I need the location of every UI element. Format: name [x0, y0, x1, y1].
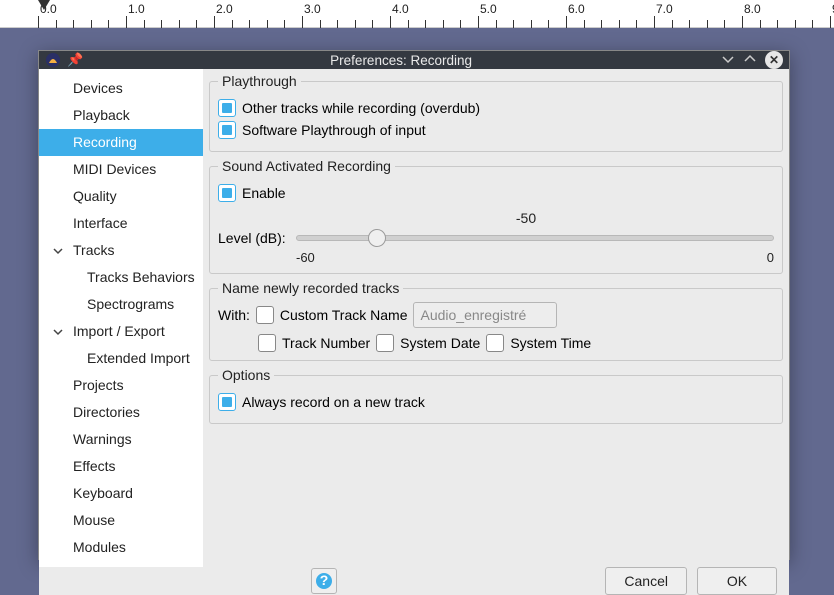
sidebar-item-label: Keyboard	[73, 485, 133, 501]
sidebar-item-devices[interactable]: Devices	[39, 75, 203, 102]
sidebar-item-tracks-behaviors[interactable]: Tracks Behaviors	[39, 264, 203, 291]
sidebar-item-warnings[interactable]: Warnings	[39, 426, 203, 453]
software-playthrough-checkbox[interactable]	[218, 121, 236, 139]
close-icon[interactable]: ✕	[765, 51, 783, 69]
sidebar-item-label: Import / Export	[73, 323, 165, 339]
sidebar-item-label: Projects	[73, 377, 124, 393]
sidebar-item-label: Recording	[73, 134, 137, 150]
sidebar-item-label: Directories	[73, 404, 140, 420]
sidebar-item-label: Devices	[73, 80, 123, 96]
sidebar-item-effects[interactable]: Effects	[39, 453, 203, 480]
sidebar-item-label: Quality	[73, 188, 117, 204]
sidebar-item-label: Extended Import	[87, 350, 190, 366]
sysdate-checkbox[interactable]	[376, 334, 394, 352]
naming-group: Name newly recorded tracks With: Custom …	[209, 280, 783, 361]
help-button[interactable]: ?	[311, 568, 337, 594]
sidebar-item-label: Mouse	[73, 512, 115, 528]
custom-name-checkbox[interactable]	[256, 306, 274, 324]
naming-legend: Name newly recorded tracks	[218, 280, 403, 296]
preferences-dialog: 📌 Preferences: Recording ✕ Devices Playba…	[38, 50, 790, 560]
ruler-label: 6.0	[568, 2, 585, 16]
sidebar-item-midi-devices[interactable]: MIDI Devices	[39, 156, 203, 183]
chevron-down-icon[interactable]	[53, 243, 63, 261]
tracknum-checkbox[interactable]	[258, 334, 276, 352]
sidebar-item-label: Playback	[73, 107, 130, 123]
sidebar-item-mouse[interactable]: Mouse	[39, 507, 203, 534]
sidebar-item-interface[interactable]: Interface	[39, 210, 203, 237]
ok-label: OK	[727, 573, 747, 589]
sidebar-item-label: Effects	[73, 458, 116, 474]
systime-label: System Time	[510, 335, 591, 351]
playthrough-legend: Playthrough	[218, 73, 301, 89]
sidebar-item-label: Warnings	[73, 431, 132, 447]
playhead-marker	[38, 0, 52, 14]
ruler-label: 4.0	[392, 2, 409, 16]
custom-name-field[interactable]	[413, 302, 557, 328]
sar-legend: Sound Activated Recording	[218, 158, 395, 174]
ruler-label: 3.0	[304, 2, 321, 16]
sidebar-item-projects[interactable]: Projects	[39, 372, 203, 399]
sar-enable-label: Enable	[242, 185, 286, 201]
sidebar-item-recording[interactable]: Recording	[39, 129, 203, 156]
software-playthrough-label: Software Playthrough of input	[242, 122, 426, 138]
sidebar: Devices Playback Recording MIDI Devices Qual…	[39, 69, 203, 567]
level-value: -50	[278, 210, 774, 226]
ruler-label: 5.0	[480, 2, 497, 16]
ruler-label: 8.0	[744, 2, 761, 16]
sidebar-item-extended-import[interactable]: Extended Import	[39, 345, 203, 372]
sound-activated-group: Sound Activated Recording Enable -50 Lev…	[209, 158, 783, 274]
sidebar-item-directories[interactable]: Directories	[39, 399, 203, 426]
ruler-label: 7.0	[656, 2, 673, 16]
app-icon	[45, 52, 61, 68]
sidebar-item-keyboard[interactable]: Keyboard	[39, 480, 203, 507]
options-legend: Options	[218, 367, 274, 383]
sidebar-item-quality[interactable]: Quality	[39, 183, 203, 210]
ruler-label: 1.0	[128, 2, 145, 16]
overdub-checkbox[interactable]	[218, 99, 236, 117]
sidebar-item-label: Tracks Behaviors	[87, 269, 195, 285]
always-new-track-checkbox[interactable]	[218, 393, 236, 411]
sidebar-item-modules[interactable]: Modules	[39, 534, 203, 561]
sidebar-item-import-export[interactable]: Import / Export	[39, 318, 203, 345]
level-min: -60	[296, 250, 315, 265]
options-group: Options Always record on a new track	[209, 367, 783, 424]
pin-icon[interactable]: 📌	[67, 52, 83, 68]
sysdate-label: System Date	[400, 335, 480, 351]
level-slider[interactable]	[296, 228, 774, 248]
sar-enable-checkbox[interactable]	[218, 184, 236, 202]
sidebar-item-spectrograms[interactable]: Spectrograms	[39, 291, 203, 318]
chevron-down-icon[interactable]	[53, 324, 63, 342]
overdub-label: Other tracks while recording (overdub)	[242, 100, 480, 116]
sidebar-item-label: Spectrograms	[87, 296, 174, 312]
minimize-icon[interactable]	[721, 52, 735, 69]
slider-thumb[interactable]	[368, 229, 386, 247]
content-pane: Playthrough Other tracks while recording…	[203, 69, 789, 567]
sidebar-item-label: MIDI Devices	[73, 161, 156, 177]
sidebar-item-label: Interface	[73, 215, 127, 231]
ruler-label: 2.0	[216, 2, 233, 16]
cancel-label: Cancel	[624, 573, 668, 589]
dialog-title: Preferences: Recording	[89, 53, 713, 68]
custom-name-label: Custom Track Name	[280, 307, 408, 323]
sidebar-item-playback[interactable]: Playback	[39, 102, 203, 129]
maximize-icon[interactable]	[743, 52, 757, 69]
titlebar: 📌 Preferences: Recording ✕	[39, 51, 789, 69]
sidebar-item-label: Modules	[73, 539, 126, 555]
timeline-ruler: 0.01.02.03.04.05.06.07.08.09.0	[0, 0, 834, 28]
playthrough-group: Playthrough Other tracks while recording…	[209, 73, 783, 152]
sidebar-item-tracks[interactable]: Tracks	[39, 237, 203, 264]
systime-checkbox[interactable]	[486, 334, 504, 352]
level-label: Level (dB):	[218, 230, 288, 246]
with-label: With:	[218, 307, 250, 323]
svg-text:?: ?	[320, 572, 329, 588]
sidebar-item-label: Tracks	[73, 242, 114, 258]
always-new-track-label: Always record on a new track	[242, 394, 425, 410]
tracknum-label: Track Number	[282, 335, 370, 351]
level-max: 0	[767, 250, 774, 265]
